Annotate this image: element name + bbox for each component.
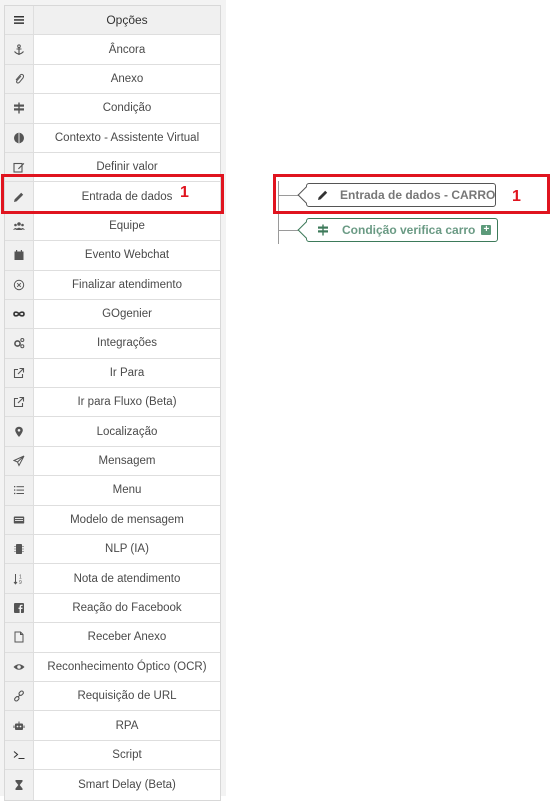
menu-item-label: RPA: [115, 719, 139, 732]
signpost-icon: [317, 224, 331, 236]
send-icon: [5, 446, 34, 476]
menu-item-evento-webchat[interactable]: Evento Webchat: [5, 241, 220, 271]
menu-item-label: Nota de atendimento: [73, 572, 181, 585]
menu-item-reconhecimento-optico-ocr[interactable]: Reconhecimento Óptico (OCR): [5, 652, 220, 682]
menu-item-smart-delay-beta[interactable]: Smart Delay (Beta): [5, 770, 220, 800]
menu-item-finalizar-atendimento[interactable]: Finalizar atendimento: [5, 270, 220, 300]
menu-item-label: GOgenier: [102, 308, 152, 321]
menu-item-reacao-do-facebook[interactable]: Reação do Facebook: [5, 593, 220, 624]
pencil-icon: [317, 189, 329, 201]
menu-item-equipe[interactable]: Equipe: [5, 211, 220, 242]
menu-item-label: Receber Anexo: [87, 631, 167, 644]
external-link-icon: [5, 388, 34, 417]
terminal-icon: [5, 740, 34, 770]
options-menu: Opções Âncora Anexo Condição Contexto - Ass…: [4, 5, 221, 801]
facebook-icon: [5, 593, 34, 623]
annotation-number-right: 1: [512, 188, 521, 205]
list-icon: [5, 476, 34, 505]
menu-item-receber-anexo[interactable]: Receber Anexo: [5, 623, 220, 653]
menu-item-label: Ir para Fluxo (Beta): [77, 396, 177, 409]
menu-item-label: Menu: [112, 484, 142, 497]
annotation-number-left: 1: [180, 184, 189, 201]
menu-item-rpa[interactable]: RPA: [5, 711, 220, 741]
menu-item-ir-para-fluxo-beta[interactable]: Ir para Fluxo (Beta): [5, 388, 220, 418]
hourglass-icon: [5, 770, 34, 800]
users-icon: [5, 211, 34, 241]
cogs-icon: [5, 329, 34, 358]
menu-item-label: Reconhecimento Óptico (OCR): [47, 660, 207, 673]
map-pin-icon: [5, 417, 34, 446]
close-circle-icon: [5, 270, 34, 299]
menu-item-label: Modelo de mensagem: [70, 513, 184, 526]
chip-icon: [5, 535, 34, 564]
menu-item-label: Finalizar atendimento: [72, 278, 182, 291]
menu-item-nlp-ia[interactable]: NLP (IA): [5, 535, 220, 565]
node-label: Entrada de dados - CARRO: [340, 188, 496, 202]
flow-node-condicao[interactable]: Condição verifica carro +: [297, 218, 498, 242]
menu-item-script[interactable]: Script: [5, 740, 220, 771]
menu-item-label: Ir Para: [109, 366, 145, 379]
menu-item-requisicao-de-url[interactable]: Requisição de URL: [5, 681, 220, 712]
menu-item-menu[interactable]: Menu: [5, 476, 220, 506]
menu-item-label: Integrações: [96, 337, 158, 350]
signpost-icon: [5, 94, 34, 123]
hamburger-icon[interactable]: [5, 6, 34, 35]
menu-item-label: Equipe: [109, 219, 145, 232]
sort-numeric-icon: 19: [5, 564, 34, 593]
menu-item-modelo-de-mensagem[interactable]: Modelo de mensagem: [5, 505, 220, 536]
external-link-icon: [5, 358, 34, 388]
menu-item-label: Script: [112, 748, 142, 761]
eye-icon: [5, 652, 34, 681]
menu-item-label: Mensagem: [98, 455, 156, 468]
menu-item-label: Condição: [102, 102, 152, 115]
menu-item-label: Evento Webchat: [84, 249, 170, 262]
menu-item-ir-para[interactable]: Ir Para: [5, 358, 220, 389]
menu-item-condicao[interactable]: Condição: [5, 94, 220, 124]
add-icon[interactable]: +: [481, 225, 492, 235]
menu-item-label: NLP (IA): [105, 543, 149, 556]
menu-item-label: Contexto - Assistente Virtual: [54, 131, 200, 144]
highlight-box-menu-item: [1, 174, 224, 214]
menu-item-integracoes[interactable]: Integrações: [5, 329, 220, 359]
menu-header: Opções: [5, 6, 220, 36]
menu-item-label: Smart Delay (Beta): [78, 778, 176, 791]
node-pointer: [297, 221, 315, 239]
menu-item-label: Localização: [96, 425, 158, 438]
menu-item-contexto-assistente-virtual[interactable]: Contexto - Assistente Virtual: [5, 123, 220, 153]
brain-icon: [5, 123, 34, 152]
menu-item-label: Anexo: [110, 72, 144, 85]
menu-item-label: Âncora: [108, 43, 146, 56]
file-icon: [5, 623, 34, 652]
menu-header-label: Opções: [106, 13, 148, 28]
svg-text:9: 9: [19, 580, 22, 585]
keyboard-icon: [5, 505, 34, 535]
anchor-icon: [5, 35, 34, 64]
link-icon: [5, 681, 34, 711]
menu-item-gogenier[interactable]: GOgenier: [5, 299, 220, 330]
paperclip-icon: [5, 64, 34, 94]
menu-item-mensagem[interactable]: Mensagem: [5, 446, 220, 477]
infinity-icon: [5, 299, 34, 329]
menu-item-anexo[interactable]: Anexo: [5, 64, 220, 95]
menu-item-nota-de-atendimento[interactable]: 1 9 Nota de atendimento: [5, 564, 220, 594]
calendar-icon: [5, 241, 34, 270]
robot-icon: [5, 711, 34, 740]
options-panel: Opções Âncora Anexo Condição Contexto - Ass…: [0, 0, 226, 801]
node-label: Condição verifica carro: [342, 223, 476, 237]
menu-item-ancora[interactable]: Âncora: [5, 35, 220, 65]
menu-item-label: Requisição de URL: [77, 690, 177, 703]
menu-item-localizacao[interactable]: Localização: [5, 417, 220, 447]
menu-item-label: Reação do Facebook: [72, 602, 182, 614]
